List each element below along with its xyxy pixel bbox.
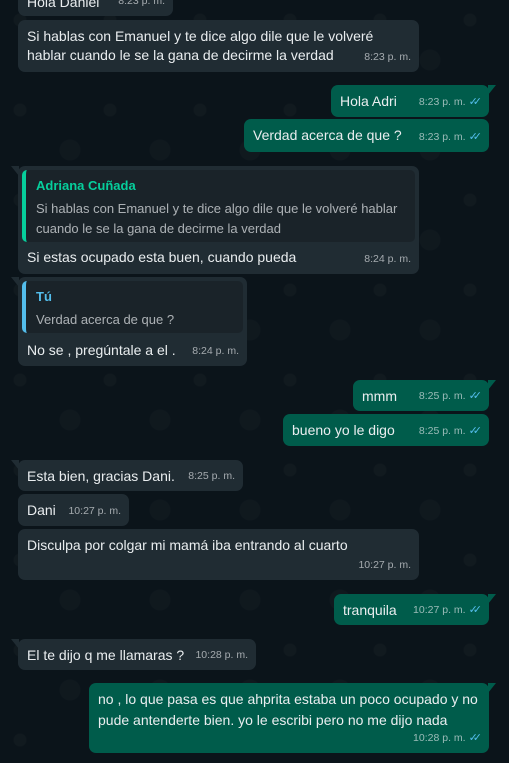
message-text: Dani <box>27 502 56 518</box>
double-check-icon: ✓✓ <box>468 425 483 437</box>
message-time: 8:25 p. m. <box>418 390 466 402</box>
message-text: Disculpa por colgar mi mamá iba entrando… <box>27 537 348 553</box>
message-text: Hola Daniel <box>27 0 100 10</box>
quote-author: Tú <box>36 289 52 304</box>
incoming-message[interactable]: Disculpa por colgar mi mamá iba entrando… <box>18 529 419 580</box>
message-text: tranquila <box>343 602 397 618</box>
double-check-icon: ✓✓ <box>468 604 483 616</box>
outgoing-message[interactable]: mmm 8:25 p. m. ✓✓ <box>353 380 496 411</box>
message-meta: 8:23 p. m. ✓✓ <box>418 93 483 112</box>
message-time: 10:28 p. m. <box>413 732 466 744</box>
message-text: Si hablas con Emanuel y te dice algo dil… <box>27 28 374 63</box>
message-text: Esta bien, gracias Dani. <box>27 468 175 484</box>
incoming-message[interactable]: Si hablas con Emanuel y te dice algo dil… <box>18 20 419 72</box>
outgoing-message[interactable]: Hola Adri 8:23 p. m. ✓✓ <box>331 85 496 117</box>
incoming-message[interactable]: El te dijo q me llamaras ? 10:28 p. m. <box>11 639 256 670</box>
message-text: no , lo que pasa es que ahprita estaba u… <box>98 691 478 728</box>
message-text: No se , pregúntale a el . <box>27 342 176 358</box>
quote-text: Verdad acerca de que ? <box>36 312 175 327</box>
message-time: 8:24 p. m. <box>364 253 411 265</box>
message-time: 10:27 p. m. <box>68 505 121 517</box>
incoming-message[interactable]: Dani 10:27 p. m. <box>18 494 129 526</box>
message-text: Si estas ocupado esta buen, cuando pueda <box>27 249 297 265</box>
message-text: bueno yo le digo <box>292 422 395 438</box>
incoming-message[interactable]: Esta bien, gracias Dani. 8:25 p. m. <box>11 460 243 491</box>
quoted-message[interactable]: Adriana Cuñada Si hablas con Emanuel y t… <box>22 170 415 242</box>
double-check-icon: ✓✓ <box>468 96 483 108</box>
incoming-message[interactable]: Hola Daniel 8:23 p. m. <box>18 0 173 16</box>
message-text: Verdad acerca de que ? <box>253 127 402 143</box>
outgoing-message[interactable]: Verdad acerca de que ? 8:23 p. m. ✓✓ <box>244 119 489 152</box>
message-time: 10:28 p. m. <box>195 649 248 661</box>
incoming-reply-message[interactable]: Tú Verdad acerca de que ? No se , pregún… <box>11 277 247 366</box>
message-time: 10:27 p. m. <box>413 604 466 616</box>
double-check-icon: ✓✓ <box>468 131 483 143</box>
message-time: 8:25 p. m. <box>418 425 466 437</box>
message-meta: 10:28 p. m. ✓✓ <box>413 729 483 748</box>
message-text: mmm <box>362 388 397 404</box>
incoming-reply-message[interactable]: Adriana Cuñada Si hablas con Emanuel y t… <box>11 166 419 274</box>
message-time: 8:23 p. m. <box>118 0 165 7</box>
outgoing-message[interactable]: no , lo que pasa es que ahprita estaba u… <box>89 683 496 753</box>
message-time: 8:25 p. m. <box>188 470 235 482</box>
message-meta: 8:25 p. m. ✓✓ <box>418 387 483 406</box>
quoted-message[interactable]: Tú Verdad acerca de que ? <box>22 281 243 333</box>
message-time: 8:23 p. m. <box>418 131 466 143</box>
message-text: Hola Adri <box>340 93 397 109</box>
outgoing-message[interactable]: tranquila 10:27 p. m. ✓✓ <box>334 594 496 625</box>
double-check-icon: ✓✓ <box>468 390 483 402</box>
message-time: 10:27 p. m. <box>358 559 411 571</box>
message-time: 8:23 p. m. <box>418 96 466 108</box>
outgoing-message[interactable]: bueno yo le digo 8:25 p. m. ✓✓ <box>283 414 489 446</box>
message-time: 8:23 p. m. <box>364 51 411 63</box>
double-check-icon: ✓✓ <box>468 732 483 744</box>
quote-text: Si hablas con Emanuel y te dice algo dil… <box>36 201 398 236</box>
message-meta: 10:27 p. m. ✓✓ <box>413 601 483 620</box>
message-time: 8:24 p. m. <box>192 345 239 357</box>
quote-author: Adriana Cuñada <box>36 178 136 193</box>
message-meta: 8:25 p. m. ✓✓ <box>418 422 483 441</box>
message-text: El te dijo q me llamaras ? <box>27 647 185 663</box>
message-meta: 8:23 p. m. ✓✓ <box>418 128 483 147</box>
